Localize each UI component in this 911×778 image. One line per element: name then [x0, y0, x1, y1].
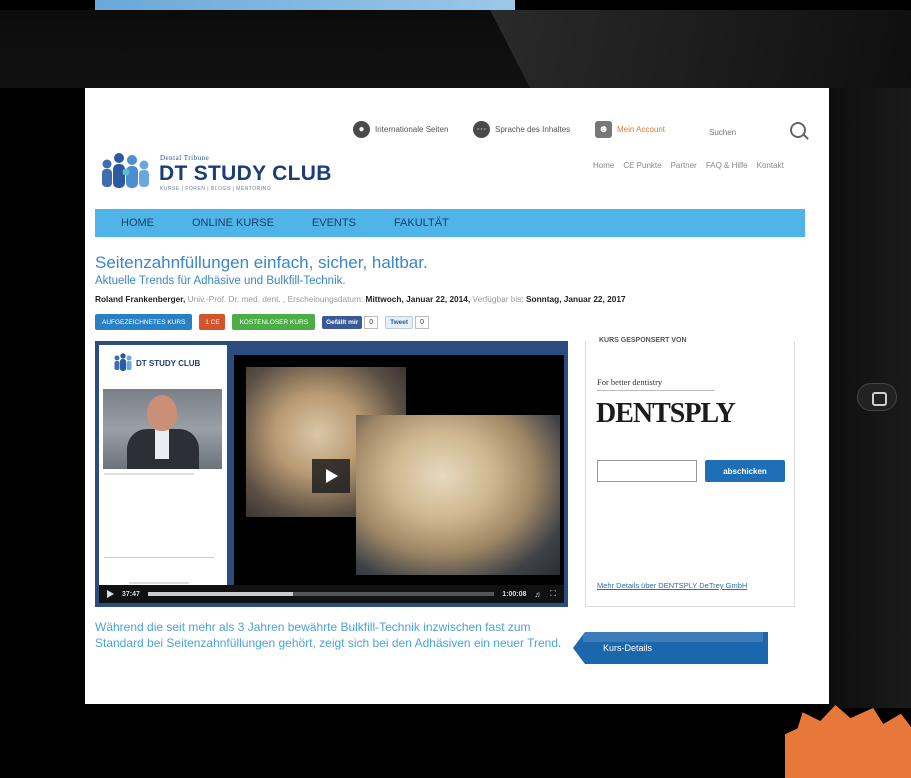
presenter-sponsor-line: [129, 582, 189, 584]
background-sky: [95, 0, 515, 10]
nav-home[interactable]: HOME: [121, 217, 154, 229]
sponsor-box: KURS GESPONSERT VON For better dentistry…: [585, 337, 795, 607]
secnav-home[interactable]: Home: [593, 161, 614, 170]
people-logo-icon: [114, 353, 132, 371]
volume-icon[interactable]: ♬: [534, 590, 542, 599]
sponsor-submit-button[interactable]: abschicken: [705, 460, 785, 482]
seek-bar-fill: [147, 592, 294, 596]
account-link[interactable]: ☻ Mein Account: [595, 121, 665, 138]
tablet-home-button[interactable]: [857, 383, 897, 411]
speech-bubble-icon: ⋯: [473, 121, 490, 138]
dt-study-club-logo[interactable]: Dental Tribune DT STUDY CLUB KURSE | FOR…: [97, 150, 347, 198]
sponsor-email-input[interactable]: [597, 460, 697, 482]
secnav-partner[interactable]: Partner: [671, 161, 697, 170]
dentsply-logo[interactable]: DENTSPLY: [596, 398, 736, 430]
secnav-ce-punkte[interactable]: CE Punkte: [623, 161, 661, 170]
nav-online-kurse[interactable]: ONLINE KURSE: [192, 217, 274, 229]
free-course-badge[interactable]: KOSTENLOSER KURS: [232, 314, 316, 330]
recorded-course-badge[interactable]: AUFGEZEICHNETES KURS: [95, 314, 193, 330]
course-badges: AUFGEZEICHNETES KURS 1 CE KOSTENLOSER KU…: [95, 314, 429, 330]
secnav-kontakt[interactable]: Kontakt: [757, 161, 784, 170]
international-link[interactable]: ● Internationale Seiten: [353, 121, 448, 138]
logo-title: DT STUDY CLUB: [159, 162, 332, 185]
course-meta: Roland Frankenberger, Univ.-Prof. Dr. me…: [95, 294, 626, 304]
tablet-screen: ● Internationale Seiten ⋯ Sprache des In…: [85, 88, 829, 704]
search-icon[interactable]: [790, 122, 806, 138]
presenter-panel-logo: DT STUDY CLUB: [112, 351, 212, 379]
course-available-until: Sonntag, Januar 22, 2017: [526, 294, 626, 304]
video-controls: 37:47 1:00:08 ♬ ⛶: [99, 585, 564, 603]
secnav-faq[interactable]: FAQ & Hilfe: [706, 161, 748, 170]
logo-brand: Dental Tribune: [160, 154, 210, 162]
nav-events[interactable]: EVENTS: [312, 217, 356, 229]
tweet-button[interactable]: Tweet: [385, 315, 414, 329]
presenter-panel-logo-title: DT STUDY CLUB: [136, 359, 201, 368]
time-total: 1:00:08: [502, 590, 527, 598]
tooth-image-2: [356, 415, 560, 575]
seek-bar[interactable]: [147, 592, 495, 596]
people-logo-icon: [102, 153, 149, 188]
course-description: Während die seit mehr als 3 Jahren bewäh…: [95, 620, 562, 650]
facebook-like-button[interactable]: Gefällt mir: [322, 315, 363, 329]
fullscreen-icon[interactable]: ⛶: [550, 589, 556, 599]
sponsor-heading: KURS GESPONSERT VON: [596, 337, 690, 344]
kurs-details-label: Kurs-Details: [603, 643, 653, 653]
secondary-nav: Home CE Punkte Partner FAQ & Hilfe Konta…: [593, 161, 784, 170]
play-icon[interactable]: [107, 590, 114, 598]
orange-starburst-badge: [785, 705, 911, 778]
course-available-label: Verfügbar bis:: [470, 294, 527, 304]
tweet-count: 0: [415, 315, 429, 329]
search-input[interactable]: [703, 123, 793, 141]
international-label: Internationale Seiten: [375, 125, 449, 134]
account-label: Mein Account: [617, 125, 666, 134]
logo-tagline: KURSE | FOREN | BLOGS | MENTORING: [160, 186, 272, 192]
kurs-details-tab[interactable]: Kurs-Details: [573, 632, 768, 664]
presenter-panel: DT STUDY CLUB: [99, 345, 227, 603]
tablet-bezel-glare: [490, 10, 911, 88]
user-icon: ☻: [595, 121, 612, 138]
sponsor-details-link[interactable]: Mehr Details über DENTSPLY DeTrey GmbH: [597, 581, 747, 590]
course-author: Roland Frankenberger,: [95, 294, 186, 304]
presenter-webcam: [103, 389, 222, 469]
language-link[interactable]: ⋯ Sprache des Inhaltes: [473, 121, 570, 138]
language-label: Sprache des Inhaltes: [495, 125, 571, 134]
facebook-like[interactable]: Gefällt mir 0: [322, 315, 379, 329]
video-frame[interactable]: [234, 355, 564, 589]
course-subtitle: Aktuelle Trends für Adhäsive und Bulkfil…: [95, 275, 346, 287]
course-author-title: Univ.-Prof. Dr. med. dent. , Erscheinung…: [185, 294, 366, 304]
utility-bar: ● Internationale Seiten ⋯ Sprache des In…: [85, 121, 829, 143]
nav-fakultaet[interactable]: FAKULTÄT: [394, 217, 449, 229]
time-current: 37:47: [122, 590, 140, 598]
tweet[interactable]: Tweet 0: [385, 315, 429, 329]
video-player: DT STUDY CLUB 37:47 1:00:08 ♬ ⛶: [95, 341, 568, 607]
facebook-like-count: 0: [364, 315, 379, 329]
globe-icon: ●: [353, 121, 370, 138]
ce-credit-badge[interactable]: 1 CE: [199, 314, 226, 330]
course-published: Mittwoch, Januar 22, 2014,: [365, 294, 471, 304]
presenter-divider: [104, 557, 214, 558]
main-nav: HOME ONLINE KURSE EVENTS FAKULTÄT: [95, 209, 805, 237]
course-title: Seitenzahnfüllungen einfach, sicher, hal…: [95, 253, 428, 272]
sponsor-slogan: For better dentistry: [597, 377, 715, 391]
play-overlay-icon[interactable]: [312, 459, 350, 493]
presenter-caption-line: [104, 473, 194, 475]
